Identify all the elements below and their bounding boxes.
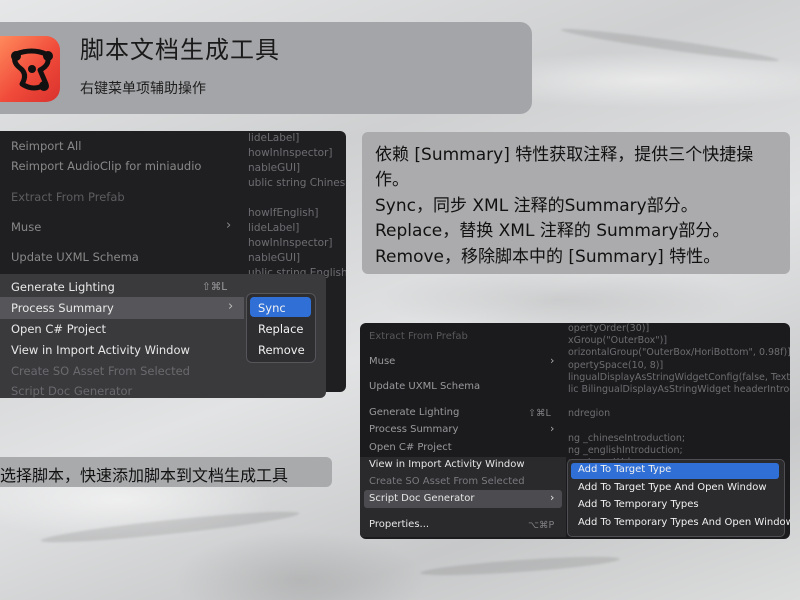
chevron-right-icon: ›	[550, 422, 555, 435]
header-banner: 脚本文档生成工具 右键菜单项辅助操作	[0, 22, 532, 114]
menu-item-view-import-activity[interactable]: View in Import Activity Window	[11, 343, 190, 357]
chevron-right-icon: ›	[226, 218, 232, 233]
menu-item-update-uxml-schema[interactable]: Update UXML Schema	[369, 381, 480, 392]
menu-item-muse[interactable]: Muse	[11, 220, 41, 234]
submenu-item-remove[interactable]: Remove	[258, 343, 305, 357]
feature-caption: 选择脚本，快速添加脚本到文档生成工具	[0, 457, 332, 487]
submenu-script-doc-generator: Add To Target Type Add To Target Type An…	[567, 459, 790, 537]
menu-item-properties[interactable]: Properties...	[369, 519, 429, 530]
submenu-process-summary: Sync Replace Remove	[246, 293, 316, 363]
menu-item-muse[interactable]: Muse	[369, 356, 395, 367]
menu-item-create-so-asset[interactable]: Create SO Asset From Selected	[11, 364, 190, 378]
description-callout: 依赖 [Summary] 特性获取注释，提供三个快捷操 作。 Sync，同步 X…	[362, 132, 790, 274]
submenu-item-add-to-temporary-types[interactable]: Add To Temporary Types	[578, 499, 699, 510]
menu-item-update-uxml-schema[interactable]: Update UXML Schema	[11, 250, 139, 264]
menu-item-process-summary[interactable]: Process Summary	[11, 301, 114, 315]
menu-item-script-doc-generator[interactable]: Script Doc Generator	[369, 493, 474, 504]
callout-line: Sync，同步 XML 注释的Summary部分。	[375, 196, 698, 216]
menu-item-create-so-asset[interactable]: Create SO Asset From Selected	[369, 476, 525, 487]
menu-item-open-csharp-project[interactable]: Open C# Project	[369, 442, 452, 453]
submenu-item-add-to-target-type-open-window[interactable]: Add To Target Type And Open Window	[578, 482, 767, 493]
page-subtitle: 右键菜单项辅助操作	[80, 81, 206, 97]
menu-item-reimport-all[interactable]: Reimport All	[11, 139, 81, 153]
page-title: 脚本文档生成工具	[80, 36, 280, 64]
menu-item-generate-lighting[interactable]: Generate Lighting	[369, 407, 459, 418]
menu-item-view-import-activity[interactable]: View in Import Activity Window	[369, 459, 525, 470]
submenu-item-replace[interactable]: Replace	[258, 322, 304, 336]
properties-shortcut: ⌥⌘P	[528, 520, 555, 531]
feature-caption-text: 选择脚本，快速添加脚本到文档生成工具	[0, 466, 289, 485]
menu-item-extract-from-prefab[interactable]: Extract From Prefab	[11, 190, 125, 204]
callout-line: Replace，替换 XML 注释的 Summary部分。	[375, 221, 730, 241]
submenu-item-sync[interactable]: Sync	[258, 301, 286, 315]
chevron-right-icon: ›	[550, 354, 555, 367]
menu-item-reimport-audioclip[interactable]: Reimport AudioClip for miniaudio	[11, 159, 201, 173]
generate-lighting-shortcut: ⇧⌘L	[202, 281, 228, 293]
menu-item-process-summary[interactable]: Process Summary	[369, 424, 458, 435]
callout-line: Remove，移除脚本中的 [Summary] 特性。	[375, 247, 721, 267]
menu-item-generate-lighting[interactable]: Generate Lighting	[11, 280, 115, 294]
menu-item-extract-from-prefab[interactable]: Extract From Prefab	[369, 331, 468, 342]
submenu-item-add-to-target-type[interactable]: Add To Target Type	[578, 464, 671, 475]
menu-item-script-doc-generator[interactable]: Script Doc Generator	[11, 384, 132, 398]
submenu-item-add-to-temporary-types-open-window[interactable]: Add To Temporary Types And Open Window	[578, 517, 790, 528]
menu-item-open-csharp-project[interactable]: Open C# Project	[11, 322, 106, 336]
context-menu-right: opertyOrder(30)] xGroup("OuterBox")] ori…	[360, 323, 790, 539]
app-logo-icon	[0, 36, 60, 102]
generate-lighting-shortcut: ⇧⌘L	[528, 408, 551, 419]
code-editor-background: opertyOrder(30)] xGroup("OuterBox")] ori…	[568, 323, 790, 468]
chevron-right-icon: ›	[550, 491, 555, 504]
callout-line: 依赖 [Summary] 特性获取注释，提供三个快捷操	[375, 145, 754, 165]
chevron-right-icon: ›	[228, 299, 234, 314]
callout-line: 作。	[375, 170, 409, 190]
